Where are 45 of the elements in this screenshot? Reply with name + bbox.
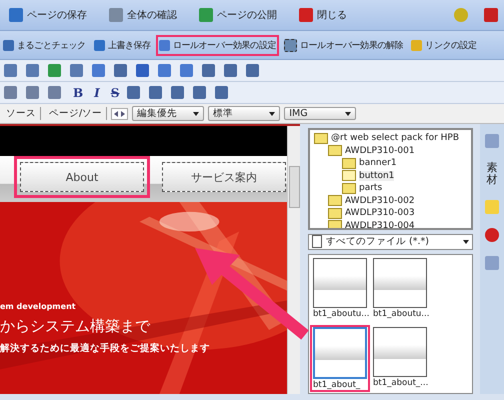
scrollbar[interactable] xyxy=(287,126,300,394)
format-button[interactable]: S xyxy=(108,86,122,100)
file-name: bt1_about_ xyxy=(313,380,362,390)
view-tab[interactable]: ページ/ソー xyxy=(45,107,108,120)
view-tab[interactable]: ソース xyxy=(2,107,41,120)
toolbar-button[interactable]: 全体の確認 xyxy=(106,6,180,24)
side-tab[interactable]: 素材 xyxy=(486,162,498,186)
hero-title: からシステム構築まで xyxy=(0,317,152,336)
file-type-dropdown[interactable]: すべてのファイル (*.*) xyxy=(308,234,473,250)
toolbar-button[interactable]: ロールオーバー効果の解除 xyxy=(281,34,406,56)
tree-item[interactable]: @rt web select pack for HPB xyxy=(331,133,460,144)
tab-scroll-arrows-icon[interactable] xyxy=(111,108,128,120)
format-button[interactable]: B xyxy=(70,86,86,100)
tree-item[interactable]: AWDLP310-002 xyxy=(345,196,415,206)
nav-button[interactable]: About xyxy=(14,156,150,198)
toolbar-button[interactable]: 閉じる xyxy=(296,6,350,24)
thumbnail[interactable]: bt1_about_ xyxy=(310,325,370,392)
thumbnail[interactable]: bt1_aboutu... xyxy=(310,256,370,321)
tree-item[interactable]: parts xyxy=(359,183,382,194)
toolbar-button[interactable]: ページの公開 xyxy=(196,6,280,24)
format-button[interactable]: I xyxy=(91,86,103,100)
tree-item[interactable]: AWDLP310-001 xyxy=(345,146,415,156)
thumbnail[interactable]: bt1_about_... xyxy=(370,325,430,392)
button-preview xyxy=(313,258,367,308)
toolbar-button[interactable]: まるごとチェック xyxy=(0,34,89,56)
tree-item[interactable]: AWDLP310-004 xyxy=(345,220,415,228)
button-preview xyxy=(373,258,427,308)
tree-item[interactable]: banner1 xyxy=(359,158,397,168)
tree-item[interactable]: AWDLP310-003 xyxy=(345,208,415,218)
toolbar-button[interactable]: ページの保存 xyxy=(6,6,90,24)
hero-subtitle: em development xyxy=(0,302,77,311)
tree-item[interactable]: button1 xyxy=(359,170,394,181)
toolbar-button[interactable]: ロールオーバー効果の設定 xyxy=(156,34,280,56)
dropdown[interactable]: 標準 xyxy=(208,106,280,121)
dropdown[interactable]: 編集優先 xyxy=(132,106,204,121)
file-name: bt1_aboutu... xyxy=(313,309,367,319)
hero-text: 解決するために最適な手段をご提案いたします xyxy=(0,342,211,355)
thumbnail[interactable]: bt1_aboutu... xyxy=(370,256,430,321)
button-preview xyxy=(373,327,427,377)
toolbar-button[interactable]: 上書き保存 xyxy=(90,34,154,56)
toolbar-button[interactable]: リンクの設定 xyxy=(408,34,480,56)
dropdown[interactable]: IMG xyxy=(284,107,356,120)
file-name: bt1_aboutu... xyxy=(373,309,427,319)
file-name: bt1_about_... xyxy=(373,378,427,388)
button-preview xyxy=(313,327,367,379)
